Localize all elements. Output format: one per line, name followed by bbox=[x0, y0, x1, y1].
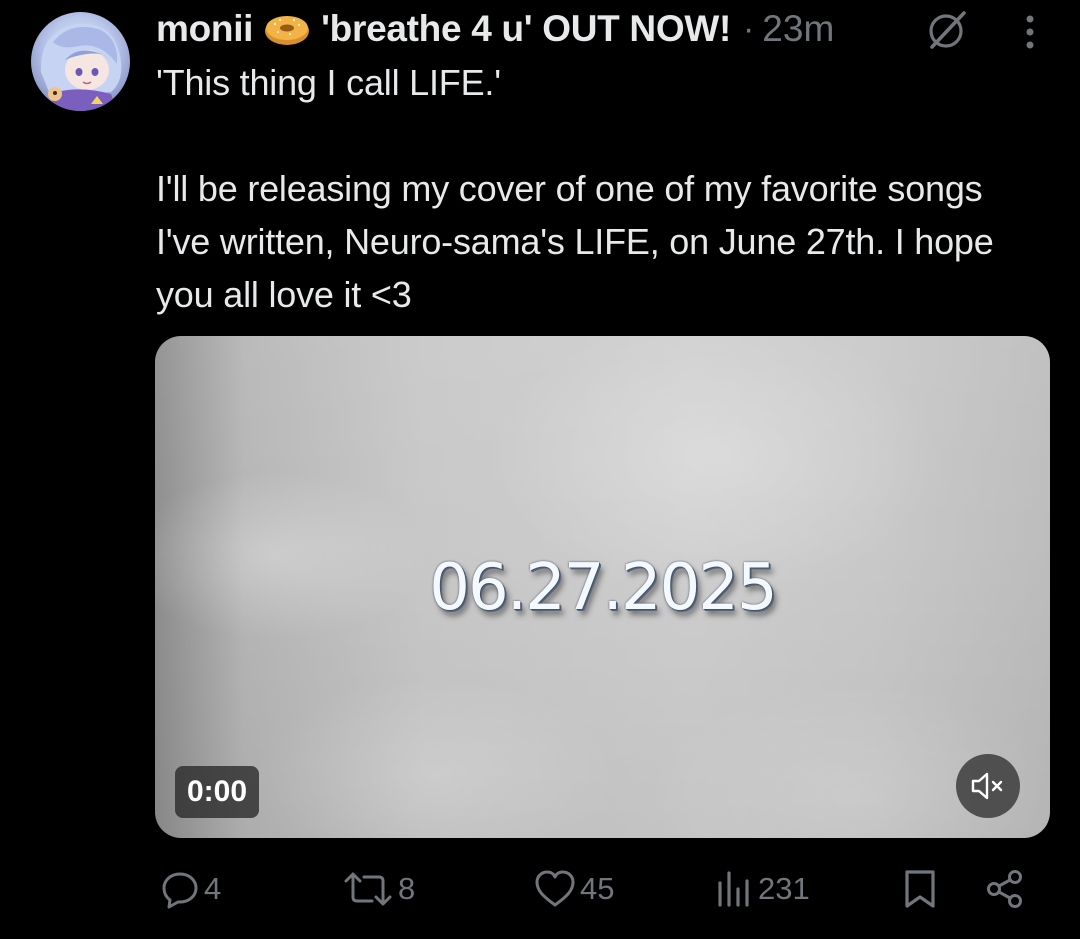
views-icon bbox=[718, 871, 749, 907]
tweet-header: monii 'breathe 4 u' OUT NOW! · 23m bbox=[156, 4, 834, 54]
bagel-emoji-icon bbox=[263, 11, 311, 47]
heart-icon bbox=[535, 870, 575, 907]
repost-button[interactable]: 8 bbox=[342, 860, 415, 918]
bookmark-button[interactable] bbox=[901, 860, 939, 918]
mute-icon bbox=[971, 772, 1003, 800]
reply-count: 4 bbox=[204, 871, 222, 906]
video-overlay-text: 06.27.2025 bbox=[429, 551, 777, 625]
views-button[interactable]: 231 bbox=[716, 860, 810, 918]
grok-icon[interactable] bbox=[926, 9, 968, 51]
repost-count: 8 bbox=[398, 871, 416, 906]
video-timestamp: 0:00 bbox=[175, 766, 260, 818]
display-name-suffix[interactable]: 'breathe 4 u' OUT NOW! bbox=[321, 8, 731, 50]
like-count: 45 bbox=[580, 871, 615, 906]
view-count: 231 bbox=[758, 871, 810, 906]
reply-icon bbox=[162, 872, 198, 909]
reply-button[interactable]: 4 bbox=[160, 860, 221, 918]
share-icon bbox=[987, 870, 1022, 908]
tweet: monii 'breathe 4 u' OUT NOW! · 23m 'This… bbox=[0, 0, 1080, 939]
like-button[interactable]: 45 bbox=[534, 860, 614, 918]
mute-button[interactable] bbox=[956, 754, 1020, 818]
tweet-timestamp[interactable]: 23m bbox=[762, 8, 834, 50]
video-player[interactable]: 06.27.2025 0:00 bbox=[155, 336, 1050, 838]
action-bar: 4 8 45 231 bbox=[0, 860, 1080, 920]
repost-icon bbox=[344, 872, 392, 906]
bookmark-icon bbox=[905, 870, 935, 908]
display-name[interactable]: monii bbox=[156, 8, 253, 50]
avatar-image bbox=[40, 23, 122, 111]
tweet-body: 'This thing I call LIFE.' I'll be releas… bbox=[156, 62, 994, 315]
more-vertical-icon[interactable] bbox=[1016, 12, 1044, 52]
share-button[interactable] bbox=[984, 860, 1026, 918]
separator-dot: · bbox=[742, 9, 755, 48]
avatar[interactable] bbox=[31, 12, 130, 111]
